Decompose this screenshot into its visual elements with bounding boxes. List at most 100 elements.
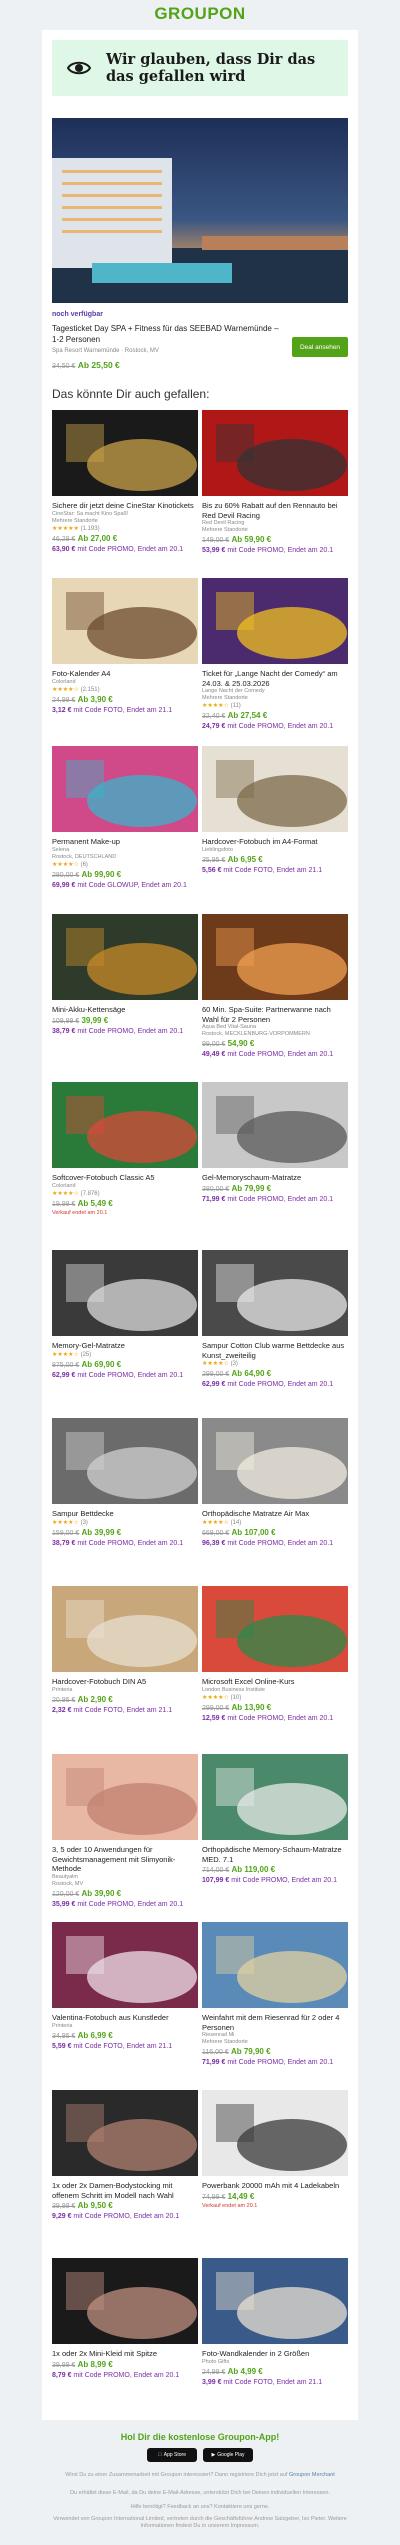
- hero-title[interactable]: Tagesticket Day SPA + Fitness für das SE…: [52, 323, 287, 345]
- deal-image[interactable]: [202, 1754, 348, 1840]
- deal-image[interactable]: [202, 578, 348, 664]
- deal-image[interactable]: [52, 2258, 198, 2344]
- deal-location: Rostock, MV: [52, 1880, 84, 1887]
- deal-card[interactable]: Hardcover-Fotobuch DIN A5 Printeria 20,95 …: [52, 1586, 198, 1716]
- deal-title[interactable]: Orthopädische Memory-Schaum-Matratze MED…: [202, 1845, 348, 1864]
- deal-image[interactable]: [52, 410, 198, 496]
- deal-title[interactable]: 1x oder 2x Mini-Kleid mit Spitze: [52, 2349, 198, 2359]
- deal-card[interactable]: Sampur Cotton Club warme Bettdecke aus K…: [202, 1250, 348, 1390]
- deal-title[interactable]: Memory-Gel-Matratze: [52, 1341, 198, 1351]
- deal-title[interactable]: Orthopädische Matratze Air Max: [202, 1509, 348, 1519]
- hero-image[interactable]: [52, 118, 348, 303]
- deal-title[interactable]: Microsoft Excel Online-Kurs: [202, 1677, 348, 1687]
- deal-card[interactable]: Orthopädische Matratze Air Max ★★★★☆ (14)…: [202, 1418, 348, 1549]
- deal-card[interactable]: Orthopädische Memory-Schaum-Matratze MED…: [202, 1754, 348, 1886]
- deal-card[interactable]: Foto-Kalender A4 Colorland ★★★★☆ (2.151) 24…: [52, 578, 198, 716]
- deal-card[interactable]: Permanent Make-up Selena Rostock, DEUTSCHL…: [52, 746, 198, 891]
- deal-old-price: 99,00 €: [202, 1041, 226, 1048]
- app-promo-title[interactable]: Hol Dir die kostenlose Groupon-App!: [0, 2432, 400, 2442]
- deal-card[interactable]: Softcover-Fotobuch Classic A5 Colorland ★★…: [52, 1082, 198, 1216]
- deal-image[interactable]: [202, 410, 348, 496]
- deal-card[interactable]: Hardcover-Fotobuch im A4-Format Lieblings…: [202, 746, 348, 876]
- deal-title[interactable]: Hardcover-Fotobuch DIN A5: [52, 1677, 198, 1687]
- deal-title[interactable]: Permanent Make-up: [52, 837, 198, 847]
- deal-image[interactable]: [202, 1586, 348, 1672]
- deal-card[interactable]: 1x oder 2x Damen-Bodystocking mit offene…: [52, 2090, 198, 2222]
- deal-card[interactable]: Memory-Gel-Matratze ★★★★☆ (25) 875,00 € Ab…: [52, 1250, 198, 1381]
- deal-card[interactable]: 3, 5 oder 10 Anwendungen für Gewichtsman…: [52, 1754, 198, 1910]
- deal-promo: 62,99 € mit Code PROMO, Endet am 20.1: [52, 1371, 198, 1381]
- deal-image[interactable]: [52, 1586, 198, 1672]
- deal-image[interactable]: [52, 746, 198, 832]
- deal-card[interactable]: Mini-Akku-Kettensäge 109,99 € 39,99 €38,7…: [52, 914, 198, 1037]
- star-icons: ★★★★☆: [52, 1519, 79, 1526]
- deal-card[interactable]: Microsoft Excel Online-Kurs London Busine…: [202, 1586, 348, 1724]
- deal-card[interactable]: Ticket für „Lange Nacht der Comedy“ am 2…: [202, 578, 348, 732]
- groupon-logo[interactable]: GROUPON: [154, 4, 245, 24]
- deal-title[interactable]: Softcover-Fotobuch Classic A5: [52, 1173, 198, 1183]
- email-card: Wir glauben, dass Dir das das gefallen w…: [42, 30, 358, 2420]
- deal-image[interactable]: [202, 1082, 348, 1168]
- deal-card[interactable]: Valentina-Fotobuch aus Kunstleder Printer…: [52, 1922, 198, 2052]
- deal-card[interactable]: Sampur Bettdecke ★★★★☆ (3) 159,00 € Ab 39,…: [52, 1418, 198, 1549]
- deal-image[interactable]: [52, 1082, 198, 1168]
- deal-merchant: Printeria: [52, 2022, 73, 2029]
- deal-price: 669,00 € Ab 107,00 €: [202, 1527, 348, 1539]
- deal-image[interactable]: [52, 1250, 198, 1336]
- deal-title[interactable]: Bis zu 60% Rabatt auf den Rennauto bei R…: [202, 501, 348, 520]
- deal-image[interactable]: [52, 1754, 198, 1840]
- deal-rating: ★★★★☆ (2.151): [52, 686, 198, 694]
- deal-image[interactable]: [202, 2090, 348, 2176]
- deal-merchant: Lieblingsfoto: [202, 846, 233, 853]
- deal-title[interactable]: Gel-Memoryschaum-Matratze: [202, 1173, 348, 1183]
- deal-price: 99,00 € 54,90 €: [202, 1038, 348, 1050]
- deal-card[interactable]: Gel-Memoryschaum-Matratze 380,00 € Ab 79,…: [202, 1082, 348, 1205]
- deal-image[interactable]: [52, 1922, 198, 2008]
- deal-card[interactable]: Bis zu 60% Rabatt auf den Rennauto bei R…: [202, 410, 348, 556]
- deal-title[interactable]: Ticket für „Lange Nacht der Comedy“ am 2…: [202, 669, 348, 688]
- deal-image[interactable]: [202, 1922, 348, 2008]
- deal-image[interactable]: [52, 914, 198, 1000]
- deal-title[interactable]: Mini-Akku-Kettensäge: [52, 1005, 198, 1015]
- deal-card[interactable]: Weinfahrt mit dem Riesenrad für 2 oder 4…: [202, 1922, 348, 2068]
- deal-title[interactable]: Powerbank 20000 mAh mit 4 Ladekabeln: [202, 2181, 348, 2191]
- deal-image[interactable]: [202, 914, 348, 1000]
- deal-image[interactable]: [202, 2258, 348, 2344]
- view-deal-button[interactable]: Deal ansehen: [292, 337, 348, 357]
- deal-old-price: 116,00 €: [202, 2049, 229, 2056]
- deal-image[interactable]: [202, 746, 348, 832]
- deal-image[interactable]: [52, 578, 198, 664]
- deal-rating: ★★★★☆ (25): [52, 1351, 198, 1359]
- deal-card[interactable]: Foto-Wandkalender in 2 Größen Photo Gifts…: [202, 2258, 348, 2388]
- deal-title[interactable]: Hardcover-Fotobuch im A4-Format: [202, 837, 348, 847]
- deal-title[interactable]: Weinfahrt mit dem Riesenrad für 2 oder 4…: [202, 2013, 348, 2032]
- deal-title[interactable]: Sichere dir jetzt deine CineStar Kinotic…: [52, 501, 198, 511]
- deal-image[interactable]: [52, 2090, 198, 2176]
- deal-card[interactable]: Sichere dir jetzt deine CineStar Kinotic…: [52, 410, 198, 555]
- deal-card[interactable]: 60 Min. Spa-Suite: Partnerwanne nach Wah…: [202, 914, 348, 1060]
- deal-title[interactable]: 1x oder 2x Damen-Bodystocking mit offene…: [52, 2181, 198, 2200]
- deal-card[interactable]: Powerbank 20000 mAh mit 4 Ladekabeln 74,9…: [202, 2090, 348, 2209]
- promo-code-text: mit Code PROMO, Endet am 20.1: [73, 2371, 180, 2379]
- google-play-button[interactable]: ▶ Google Play: [203, 2448, 253, 2462]
- deal-image[interactable]: [202, 1250, 348, 1336]
- footer-merchant: Wirst Du zu einer Zusammenarbeit mit Gro…: [40, 2472, 360, 2479]
- deal-title[interactable]: Foto-Kalender A4: [52, 669, 198, 679]
- deal-image[interactable]: [202, 1418, 348, 1504]
- deal-title[interactable]: 60 Min. Spa-Suite: Partnerwanne nach Wah…: [202, 1005, 348, 1024]
- deal-image[interactable]: [52, 1418, 198, 1504]
- app-store-button[interactable]: App Store: [147, 2448, 197, 2462]
- deal-title[interactable]: 3, 5 oder 10 Anwendungen für Gewichtsman…: [52, 1845, 198, 1874]
- deal-card[interactable]: 1x oder 2x Mini-Kleid mit Spitze 39,99 € …: [52, 2258, 198, 2381]
- deal-old-price: 120,00 €: [52, 1890, 80, 1898]
- deal-title[interactable]: Sampur Bettdecke: [52, 1509, 198, 1519]
- promo-code-text: mit Code PROMO, Endet am 20.1: [227, 1381, 334, 1388]
- deal-old-price: 35,95 €: [202, 856, 226, 864]
- deal-title[interactable]: Sampur Cotton Club warme Bettdecke aus K…: [202, 1341, 348, 1360]
- merchant-link[interactable]: Groupon Merchant: [289, 2472, 335, 2478]
- deal-title[interactable]: Foto-Wandkalender in 2 Größen: [202, 2349, 348, 2359]
- footer-help[interactable]: Hilfe benötigt? Feedback an uns? Kontakt…: [40, 2504, 360, 2511]
- deal-price: 46,29 € Ab 27,00 €: [52, 533, 198, 545]
- promo-price: 35,99 €: [52, 1900, 76, 1908]
- deal-title[interactable]: Valentina-Fotobuch aus Kunstleder: [52, 2013, 198, 2023]
